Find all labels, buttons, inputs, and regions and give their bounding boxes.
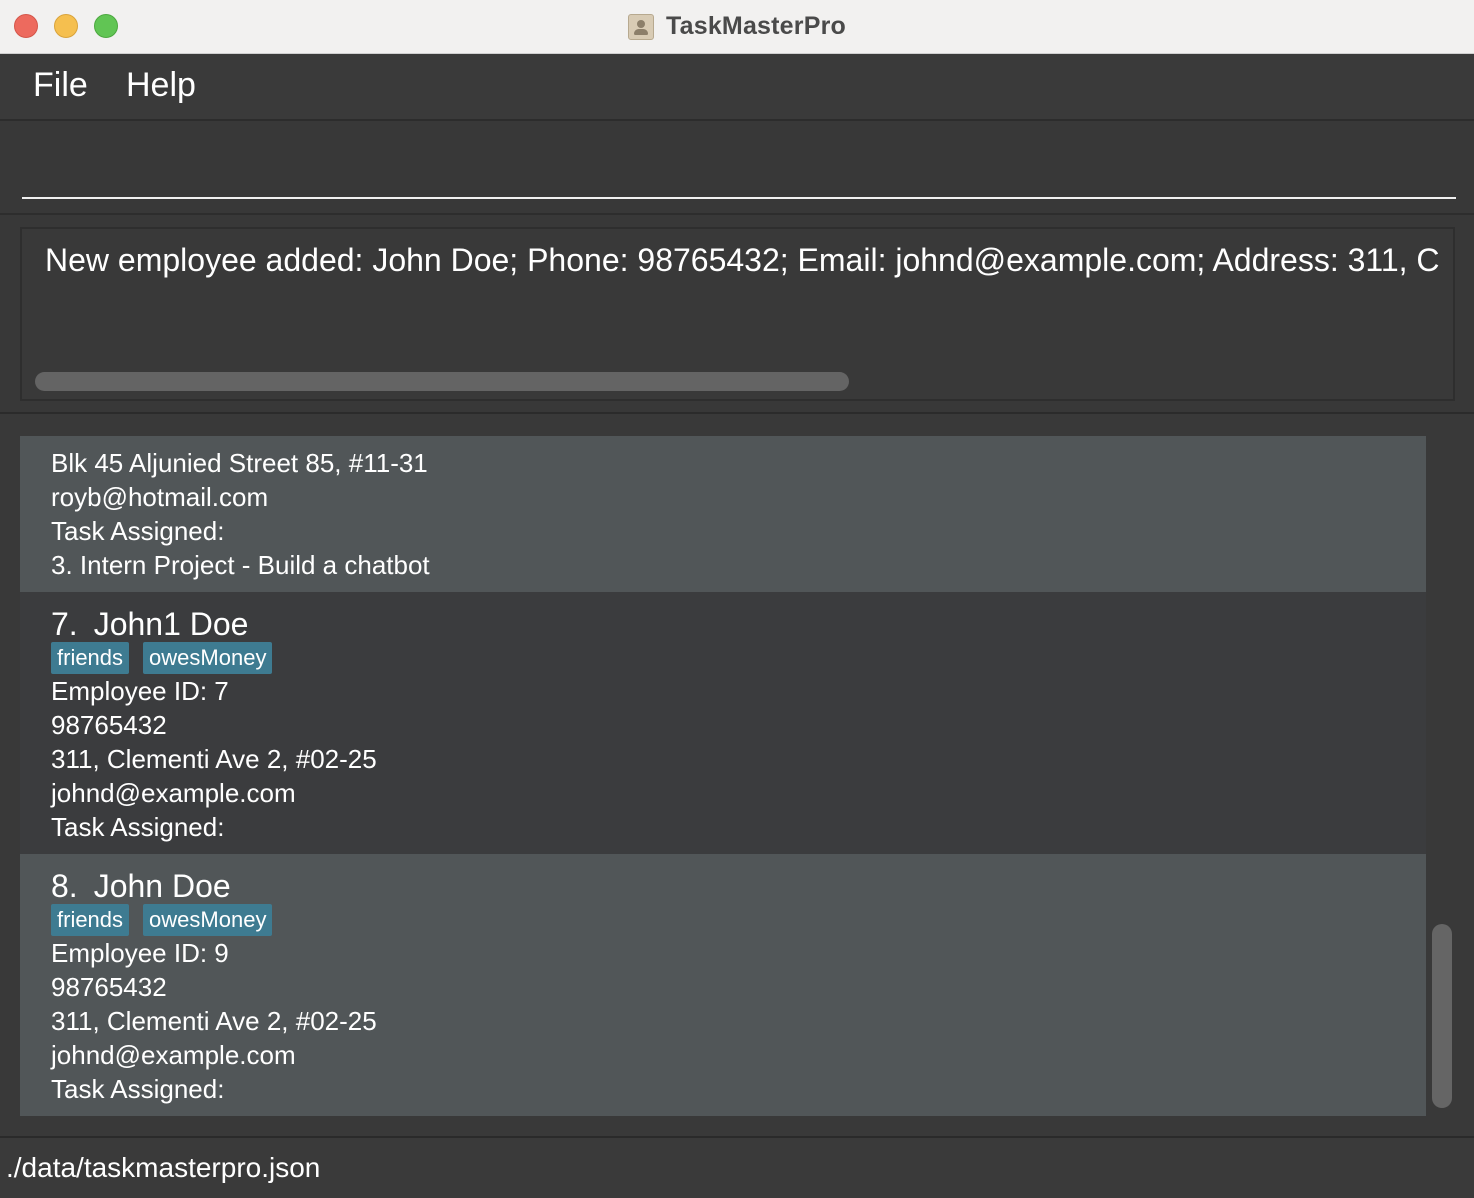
- employee-phone: 98765432: [51, 972, 167, 1002]
- employee-id: Employee ID: 9: [51, 938, 229, 968]
- employee-id: Employee ID: 7: [51, 676, 229, 706]
- tag-friends: friends: [51, 642, 130, 674]
- employee-tags: friends owesMoney: [51, 642, 273, 674]
- employee-task-label: Task Assigned:: [51, 812, 225, 842]
- employee-card[interactable]: 9292 7717 Blk 45 Aljunied Street 85, #11…: [20, 436, 1426, 592]
- employee-card[interactable]: 7. John1 Doe friends owesMoney Employee I…: [20, 592, 1426, 854]
- result-horizontal-scrollbar[interactable]: [35, 372, 849, 391]
- employee-address: Blk 45 Aljunied Street 85, #11-31: [51, 448, 428, 478]
- title-wrap: TaskMasterPro: [0, 0, 1474, 53]
- employee-task-label: Task Assigned:: [51, 1074, 225, 1104]
- result-message: New employee added: John Doe; Phone: 987…: [45, 242, 1440, 278]
- employee-address: 311, Clementi Ave 2, #02-25: [51, 1006, 377, 1036]
- window-title: TaskMasterPro: [666, 12, 846, 40]
- employee-task-item: 3. Intern Project - Build a chatbot: [51, 550, 430, 580]
- employee-index: 7.: [51, 606, 78, 642]
- employee-email: johnd@example.com: [51, 778, 296, 808]
- employee-address: 311, Clementi Ave 2, #02-25: [51, 744, 377, 774]
- menu-file[interactable]: File: [33, 66, 88, 105]
- employee-index: 8.: [51, 868, 78, 904]
- tag-owes-money: owesMoney: [143, 904, 273, 936]
- employee-name-line: 7. John1 Doe: [51, 606, 248, 642]
- menu-help[interactable]: Help: [126, 66, 196, 105]
- command-box: [0, 121, 1474, 215]
- employee-email: johnd@example.com: [51, 1040, 296, 1070]
- result-display-section: New employee added: John Doe; Phone: 987…: [0, 215, 1474, 414]
- employee-name-line: 8. John Doe: [51, 868, 231, 904]
- tag-owes-money: owesMoney: [143, 642, 273, 674]
- employee-list-panel: 9292 7717 Blk 45 Aljunied Street 85, #11…: [0, 414, 1474, 1136]
- employee-card[interactable]: 8. John Doe friends owesMoney Employee ID…: [20, 854, 1426, 1116]
- employee-name: John1 Doe: [93, 606, 249, 642]
- data-file-path: ./data/taskmasterpro.json: [6, 1152, 321, 1183]
- employee-tags: friends owesMoney: [51, 904, 273, 936]
- app-contact-icon: [628, 13, 654, 40]
- employee-list[interactable]: 9292 7717 Blk 45 Aljunied Street 85, #11…: [20, 436, 1426, 1116]
- result-display[interactable]: New employee added: John Doe; Phone: 987…: [20, 227, 1455, 401]
- employee-phone: 98765432: [51, 710, 167, 740]
- title-bar: TaskMasterPro: [0, 0, 1474, 54]
- employee-email: royb@hotmail.com: [51, 482, 269, 512]
- employee-task-label: Task Assigned:: [51, 516, 225, 546]
- tag-friends: friends: [51, 904, 130, 936]
- status-bar: ./data/taskmasterpro.json: [0, 1136, 1474, 1198]
- menu-bar: File Help: [0, 54, 1474, 121]
- command-input[interactable]: [22, 131, 1456, 199]
- list-vertical-scrollbar[interactable]: [1432, 924, 1452, 1108]
- app-window: TaskMasterPro File Help New employee add…: [0, 0, 1474, 1198]
- employee-name: John Doe: [93, 868, 231, 904]
